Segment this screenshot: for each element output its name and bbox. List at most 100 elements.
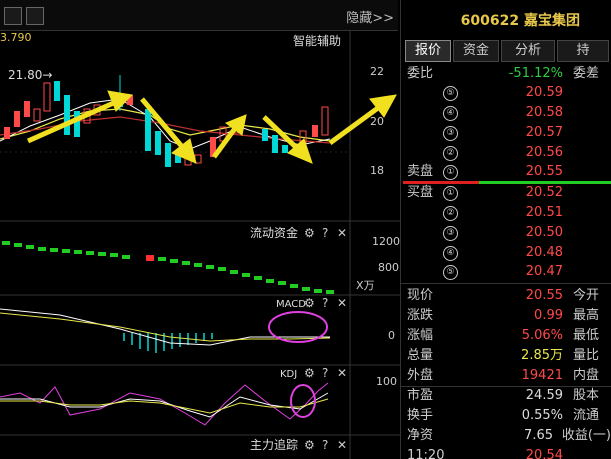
buy-level-3[interactable]: ③ 20.50 <box>407 223 607 243</box>
stat-value: 19421 <box>521 368 563 383</box>
flow-bars <box>2 241 334 294</box>
sell-level-4[interactable]: ④ 20.58 <box>407 103 607 123</box>
hide-panel-button[interactable]: 隐藏>> <box>346 7 394 26</box>
stat-label-2: 今开 <box>572 288 599 303</box>
sell-level-3[interactable]: ③ 20.57 <box>407 123 607 143</box>
sell-price: 20.56 <box>525 145 563 160</box>
toolbar-button-1[interactable] <box>4 7 22 25</box>
buy-price: 20.50 <box>525 225 563 240</box>
macd-histogram <box>123 333 213 353</box>
stat-label-2: 股本 <box>572 388 599 403</box>
tab-funds[interactable]: 资金 <box>453 40 499 62</box>
stat-label-2: 流通 <box>572 408 599 423</box>
sell-level-5[interactable]: ⑤ 20.59 <box>407 83 607 103</box>
help-icon[interactable]: ? <box>322 226 328 240</box>
weibi-row: 委比 -51.12% 委差 <box>407 64 607 84</box>
stat-label: 涨跌 <box>407 308 434 323</box>
stat-label: 换手 <box>407 408 434 423</box>
weibi-label: 委比 <box>407 66 434 81</box>
weibi-value: -51.12% <box>508 66 563 81</box>
close-icon[interactable]: ✕ <box>337 296 347 310</box>
sell-level-1[interactable]: 卖盘 ① 20.55 <box>407 162 607 182</box>
help-icon[interactable]: ? <box>322 366 328 380</box>
stat-label-2: 量比 <box>572 348 599 363</box>
stock-title: 600622 嘉宝集团 <box>461 10 580 30</box>
tick-time: 11:20 <box>407 448 445 459</box>
stat-value: 5.06% <box>521 328 563 343</box>
y-tick: 0 <box>388 329 395 342</box>
level-badge: ① <box>443 165 458 180</box>
close-icon[interactable]: ✕ <box>337 366 347 380</box>
y-tick: 18 <box>370 164 384 177</box>
close-icon[interactable]: ✕ <box>337 438 347 452</box>
stat-label-2: 最高 <box>572 308 599 323</box>
stat-label: 净资 <box>407 428 434 443</box>
level-badge: ③ <box>443 226 458 241</box>
section-divider <box>401 283 611 284</box>
stat-row: 涨跌 0.99 最高 <box>407 306 607 326</box>
stock-name: 嘉宝集团 <box>524 13 580 29</box>
buy-level-2[interactable]: ② 20.51 <box>407 203 607 223</box>
stat-row: 外盘 19421 内盘 <box>407 366 607 386</box>
tab-analysis[interactable]: 分析 <box>501 40 555 62</box>
buy-level-4[interactable]: ④ 20.48 <box>407 243 607 263</box>
main-chart-title: 智能辅助 <box>293 33 341 48</box>
stat-row: 市盈 24.59 股本 <box>407 386 607 406</box>
buy-level-1[interactable]: 买盘 ① 20.52 <box>407 183 607 203</box>
y-tick: 800 <box>378 261 399 274</box>
level-badge: ⑤ <box>443 86 458 101</box>
kdj-panel-title: KDJ <box>280 369 297 380</box>
quote-panel: 600622 嘉宝集团 报价 资金 分析 持 委比 -51.12% 委差 ⑤ 2… <box>400 0 611 459</box>
y-tick: 1200 <box>372 235 400 248</box>
toolbar-button-2[interactable] <box>26 7 44 25</box>
stat-value: 0.55% <box>521 408 563 423</box>
tab-holdings[interactable]: 持 <box>557 40 609 62</box>
price-label-annotation: 21.80→ <box>8 68 52 82</box>
stat-value: 20.55 <box>525 288 563 303</box>
stat-row: 现价 20.55 今开 <box>407 286 607 306</box>
level-badge: ③ <box>443 126 458 141</box>
gear-icon[interactable]: ⚙ <box>304 296 315 310</box>
sell-label: 卖盘 <box>407 164 434 179</box>
stat-label-2: 收益(一) <box>561 428 611 443</box>
close-icon[interactable]: ✕ <box>337 226 347 240</box>
buy-price: 20.51 <box>525 205 563 220</box>
stat-label: 总量 <box>407 348 434 363</box>
sell-price: 20.59 <box>525 85 563 100</box>
stat-label: 外盘 <box>407 368 434 383</box>
y-tick: 100 <box>376 375 397 388</box>
level-badge: ④ <box>443 106 458 121</box>
buy-level-5[interactable]: ⑤ 20.47 <box>407 262 607 282</box>
level-badge: ② <box>443 206 458 221</box>
flow-panel-title: 流动资金 <box>250 225 298 240</box>
level-badge: ④ <box>443 246 458 261</box>
stat-row: 净资 7.65 收益(一) <box>407 426 611 446</box>
stat-label: 现价 <box>407 288 434 303</box>
chart-toolbar: 隐藏>> <box>0 0 398 31</box>
sell-price: 20.58 <box>525 105 563 120</box>
help-icon[interactable]: ? <box>322 296 328 310</box>
tick-row: 11:20 20.54 <box>407 446 607 459</box>
stock-code: 600622 <box>460 13 520 29</box>
buy-price: 20.48 <box>525 245 563 260</box>
stat-row: 总量 2.85万 量比 <box>407 346 607 366</box>
tab-quote[interactable]: 报价 <box>405 40 451 62</box>
stat-label: 涨幅 <box>407 328 434 343</box>
gear-icon[interactable]: ⚙ <box>304 438 315 452</box>
flow-bar-red <box>146 255 154 261</box>
gear-icon[interactable]: ⚙ <box>304 226 315 240</box>
sell-level-2[interactable]: ② 20.56 <box>407 143 607 163</box>
y-tick: 22 <box>370 65 384 78</box>
level-badge: ⑤ <box>443 265 458 280</box>
unit-label: X万 <box>356 279 375 292</box>
macd-panel-title: MACD <box>276 299 306 310</box>
kdj-k-line <box>0 392 329 418</box>
help-icon[interactable]: ? <box>322 438 328 452</box>
tick-price: 20.54 <box>525 448 563 459</box>
buy-price: 20.47 <box>525 264 563 279</box>
chart-area[interactable]: 智能辅助 21.80→ 22 20 18 流动资金 ⚙ ? ✕ 1200 800… <box>0 31 400 459</box>
gear-icon[interactable]: ⚙ <box>304 366 315 380</box>
stat-label: 市盈 <box>407 388 434 403</box>
buy-price: 20.52 <box>525 185 563 200</box>
stat-value: 2.85万 <box>521 348 563 363</box>
